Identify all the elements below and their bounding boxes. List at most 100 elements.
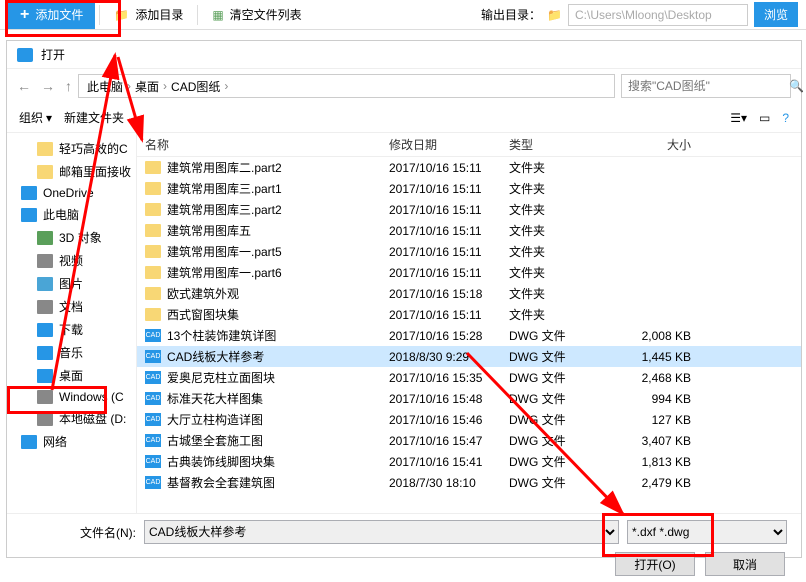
file-name: 标准天花大样图集 xyxy=(167,390,263,407)
file-row[interactable]: 建筑常用图库三.part12017/10/16 15:11文件夹 xyxy=(137,178,801,199)
file-row[interactable]: CAD古典装饰线脚图块集2017/10/16 15:41DWG 文件1,813 … xyxy=(137,451,801,472)
folder-icon xyxy=(145,203,161,216)
sidebar-item[interactable]: 邮箱里面接收 xyxy=(7,160,136,183)
file-row[interactable]: 建筑常用图库二.part22017/10/16 15:11文件夹 xyxy=(137,157,801,178)
search-box[interactable]: 🔍 xyxy=(621,74,791,98)
breadcrumb-segment[interactable]: CAD图纸 xyxy=(171,78,220,95)
search-input[interactable] xyxy=(628,79,783,93)
file-row[interactable]: 建筑常用图库五2017/10/16 15:11文件夹 xyxy=(137,220,801,241)
open-button[interactable]: 打开(O) xyxy=(615,552,695,576)
file-date: 2017/10/16 15:28 xyxy=(389,329,509,343)
folder-icon xyxy=(145,266,161,279)
file-row[interactable]: CAD13个柱装饰建筑详图2017/10/16 15:28DWG 文件2,008… xyxy=(137,325,801,346)
file-row[interactable]: 建筑常用图库一.part52017/10/16 15:11文件夹 xyxy=(137,241,801,262)
file-size: 2,468 KB xyxy=(619,371,699,385)
filetype-select[interactable]: *.dxf *.dwg xyxy=(627,520,787,544)
file-row[interactable]: CAD古城堡全套施工图2017/10/16 15:47DWG 文件3,407 K… xyxy=(137,430,801,451)
clear-icon: ▦ xyxy=(212,8,223,22)
gray-icon xyxy=(37,300,53,314)
filename-select[interactable]: CAD线板大样参考 xyxy=(144,520,619,544)
dialog-icon xyxy=(17,48,33,62)
view-mode-button[interactable]: ☰▾ xyxy=(730,111,747,125)
file-name: CAD线板大样参考 xyxy=(167,348,264,365)
file-size: 2,008 KB xyxy=(619,329,699,343)
breadcrumb-path[interactable]: 此电脑 › 桌面 › CAD图纸 › xyxy=(78,74,615,98)
clear-list-button[interactable]: ▦ 清空文件列表 xyxy=(202,0,311,29)
sidebar-item[interactable]: 桌面 xyxy=(7,364,136,387)
file-row[interactable]: 建筑常用图库三.part22017/10/16 15:11文件夹 xyxy=(137,199,801,220)
file-row[interactable]: CAD标准天花大样图集2017/10/16 15:48DWG 文件994 KB xyxy=(137,388,801,409)
bottom-bar: 文件名(N): CAD线板大样参考 *.dxf *.dwg 打开(O) 取消 xyxy=(7,513,801,582)
sidebar-item[interactable]: 下载 xyxy=(7,318,136,341)
folder-icon: 📁 xyxy=(114,8,129,22)
blue-icon xyxy=(21,208,37,222)
forward-button[interactable]: → xyxy=(41,78,55,94)
sidebar-item[interactable]: 网络 xyxy=(7,430,136,453)
separator xyxy=(99,5,100,25)
output-label: 输出目录： xyxy=(481,6,541,23)
file-row[interactable]: CAD爱奥尼克柱立面图块2017/10/16 15:35DWG 文件2,468 … xyxy=(137,367,801,388)
blue-icon xyxy=(37,346,53,360)
sidebar-item[interactable]: 文档 xyxy=(7,295,136,318)
file-row[interactable]: CAD大厅立柱构造详图2017/10/16 15:46DWG 文件127 KB xyxy=(137,409,801,430)
col-date-header[interactable]: 修改日期 xyxy=(389,136,509,153)
file-type: 文件夹 xyxy=(509,201,619,218)
folder-icon xyxy=(145,308,161,321)
sidebar-item[interactable]: 本地磁盘 (D: xyxy=(7,407,136,430)
file-row[interactable]: 欧式建筑外观2017/10/16 15:18文件夹 xyxy=(137,283,801,304)
blue-icon xyxy=(21,435,37,449)
col-size-header[interactable]: 大小 xyxy=(619,136,699,153)
breadcrumb-segment[interactable]: 桌面 xyxy=(135,78,159,95)
green-icon xyxy=(37,231,53,245)
pic-icon xyxy=(37,277,53,291)
sidebar-item-label: 此电脑 xyxy=(43,206,79,223)
sidebar-item-label: 桌面 xyxy=(59,367,83,384)
dialog-title-text: 打开 xyxy=(41,46,65,63)
file-row[interactable]: 西式窗图块集2017/10/16 15:11文件夹 xyxy=(137,304,801,325)
sidebar-item[interactable]: Windows (C xyxy=(7,387,136,407)
file-row[interactable]: 建筑常用图库一.part62017/10/16 15:11文件夹 xyxy=(137,262,801,283)
filename-row: 文件名(N): CAD线板大样参考 *.dxf *.dwg xyxy=(21,520,787,544)
file-date: 2017/10/16 15:11 xyxy=(389,182,509,196)
folder-icon xyxy=(145,161,161,174)
file-date: 2017/10/16 15:11 xyxy=(389,203,509,217)
sidebar-item[interactable]: 视频 xyxy=(7,249,136,272)
organize-button[interactable]: 组织 ▾ xyxy=(19,109,52,126)
sidebar-item-label: 邮箱里面接收 xyxy=(59,163,131,180)
sidebar-item[interactable]: 此电脑 xyxy=(7,203,136,226)
file-name: 基督教会全套建筑图 xyxy=(167,474,275,491)
file-type: 文件夹 xyxy=(509,285,619,302)
output-path-input[interactable] xyxy=(568,4,748,26)
file-date: 2017/10/16 15:11 xyxy=(389,224,509,238)
file-row[interactable]: CADCAD线板大样参考2018/8/30 9:29DWG 文件1,445 KB xyxy=(137,346,801,367)
col-name-header[interactable]: 名称 xyxy=(137,136,389,153)
folder-icon xyxy=(37,142,53,156)
sidebar-item-label: 本地磁盘 (D: xyxy=(59,410,126,427)
file-name: 建筑常用图库五 xyxy=(167,222,251,239)
help-button[interactable]: ? xyxy=(782,111,789,125)
sidebar-item[interactable]: 音乐 xyxy=(7,341,136,364)
browse-button[interactable]: 浏览 xyxy=(754,2,798,27)
file-date: 2017/10/16 15:11 xyxy=(389,245,509,259)
sidebar-item[interactable]: 图片 xyxy=(7,272,136,295)
sidebar-item[interactable]: 轻巧高效的C xyxy=(7,137,136,160)
file-type: 文件夹 xyxy=(509,243,619,260)
sidebar-item[interactable]: OneDrive xyxy=(7,183,136,203)
sidebar-item-label: 音乐 xyxy=(59,344,83,361)
sidebar-item[interactable]: 3D 对象 xyxy=(7,226,136,249)
up-button[interactable]: ↑ xyxy=(65,78,72,94)
add-dir-button[interactable]: 📁 添加目录 xyxy=(104,0,193,29)
new-folder-button[interactable]: 新建文件夹 xyxy=(64,109,124,126)
sidebar-item-label: 轻巧高效的C xyxy=(59,140,128,157)
col-type-header[interactable]: 类型 xyxy=(509,136,619,153)
add-file-button[interactable]: + 添加文件 xyxy=(8,0,95,29)
preview-button[interactable]: ▭ xyxy=(759,111,770,125)
cancel-button[interactable]: 取消 xyxy=(705,552,785,576)
dwg-icon: CAD xyxy=(145,434,161,447)
file-date: 2017/10/16 15:48 xyxy=(389,392,509,406)
file-type: DWG 文件 xyxy=(509,369,619,386)
breadcrumb-segment[interactable]: 此电脑 xyxy=(87,78,123,95)
back-button[interactable]: ← xyxy=(17,78,31,94)
dialog-titlebar: 打开 xyxy=(7,41,801,69)
file-row[interactable]: CAD基督教会全套建筑图2018/7/30 18:10DWG 文件2,479 K… xyxy=(137,472,801,493)
